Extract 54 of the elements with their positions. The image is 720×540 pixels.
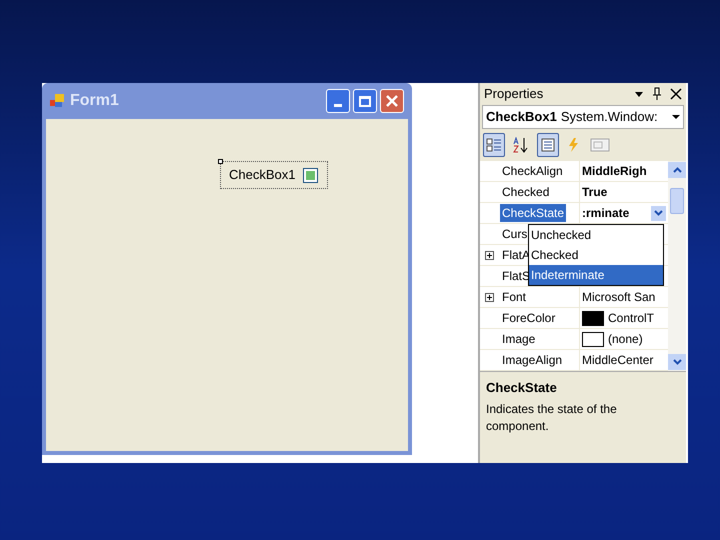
description-title: CheckState — [486, 379, 558, 397]
dropdown-button[interactable] — [651, 206, 666, 220]
checkbox-label: CheckBox1 — [229, 166, 296, 184]
expand-icon[interactable] — [484, 292, 494, 302]
scroll-thumb[interactable] — [670, 188, 684, 214]
object-selector[interactable]: CheckBox1 System.Window: — [482, 105, 684, 129]
caret-icon — [654, 210, 663, 216]
sort-icon — [512, 137, 530, 153]
property-value[interactable]: MiddleCenter — [582, 351, 654, 369]
toolbar-button[interactable] — [537, 133, 559, 157]
property-name[interactable]: ImageAlign — [500, 351, 564, 369]
property-name[interactable]: CheckState — [500, 204, 566, 222]
dropdown-option[interactable]: Indeterminate — [529, 265, 663, 285]
property-value[interactable]: :rminate — [582, 204, 630, 222]
description-text: Indicates the state of the component. — [486, 400, 618, 434]
categorized-icon — [486, 137, 502, 153]
pages-icon — [590, 137, 610, 153]
close-button[interactable] — [380, 89, 404, 113]
scroll-up-button[interactable] — [668, 162, 686, 178]
minimize-button[interactable] — [326, 89, 350, 113]
property-value[interactable]: (none) — [608, 330, 643, 348]
property-name[interactable]: Image — [500, 330, 538, 348]
property-name[interactable]: ForeColor — [500, 309, 558, 327]
property-name[interactable]: CheckAlign — [500, 162, 565, 180]
dropdown-option[interactable]: Unchecked — [529, 225, 663, 245]
dropdown-icon[interactable] — [634, 90, 644, 98]
object-name: CheckBox1 — [486, 108, 557, 126]
lightning-icon — [566, 137, 580, 153]
toolbar-button[interactable] — [483, 133, 505, 157]
close-icon — [386, 95, 398, 107]
property-value[interactable]: MiddleRigh — [582, 162, 647, 180]
pin-icon[interactable] — [652, 87, 662, 101]
property-name[interactable]: Curs — [500, 225, 530, 243]
list-icon — [540, 137, 556, 153]
scrollbar[interactable] — [668, 161, 686, 371]
property-name[interactable]: Font — [500, 288, 528, 306]
window-title: Form1 — [70, 91, 119, 111]
app-icon — [50, 94, 66, 108]
close-icon[interactable] — [670, 88, 682, 100]
expand-icon[interactable] — [484, 250, 494, 260]
dropdown-option[interactable]: Checked — [529, 245, 663, 265]
checkbox-control[interactable]: CheckBox1 — [220, 161, 328, 189]
maximize-button[interactable] — [353, 89, 377, 113]
panel-title: Properties — [484, 85, 544, 104]
object-type: System.Window: — [560, 108, 658, 126]
caret-icon — [672, 114, 680, 120]
resize-handle[interactable] — [218, 159, 223, 164]
property-value[interactable]: Microsoft San — [582, 288, 656, 306]
scroll-down-button[interactable] — [668, 354, 686, 370]
property-value[interactable]: ControlT — [608, 309, 654, 327]
property-name[interactable]: Checked — [500, 183, 552, 201]
property-value[interactable]: True — [582, 183, 608, 201]
minimize-icon — [334, 104, 342, 107]
maximize-icon — [359, 96, 371, 106]
